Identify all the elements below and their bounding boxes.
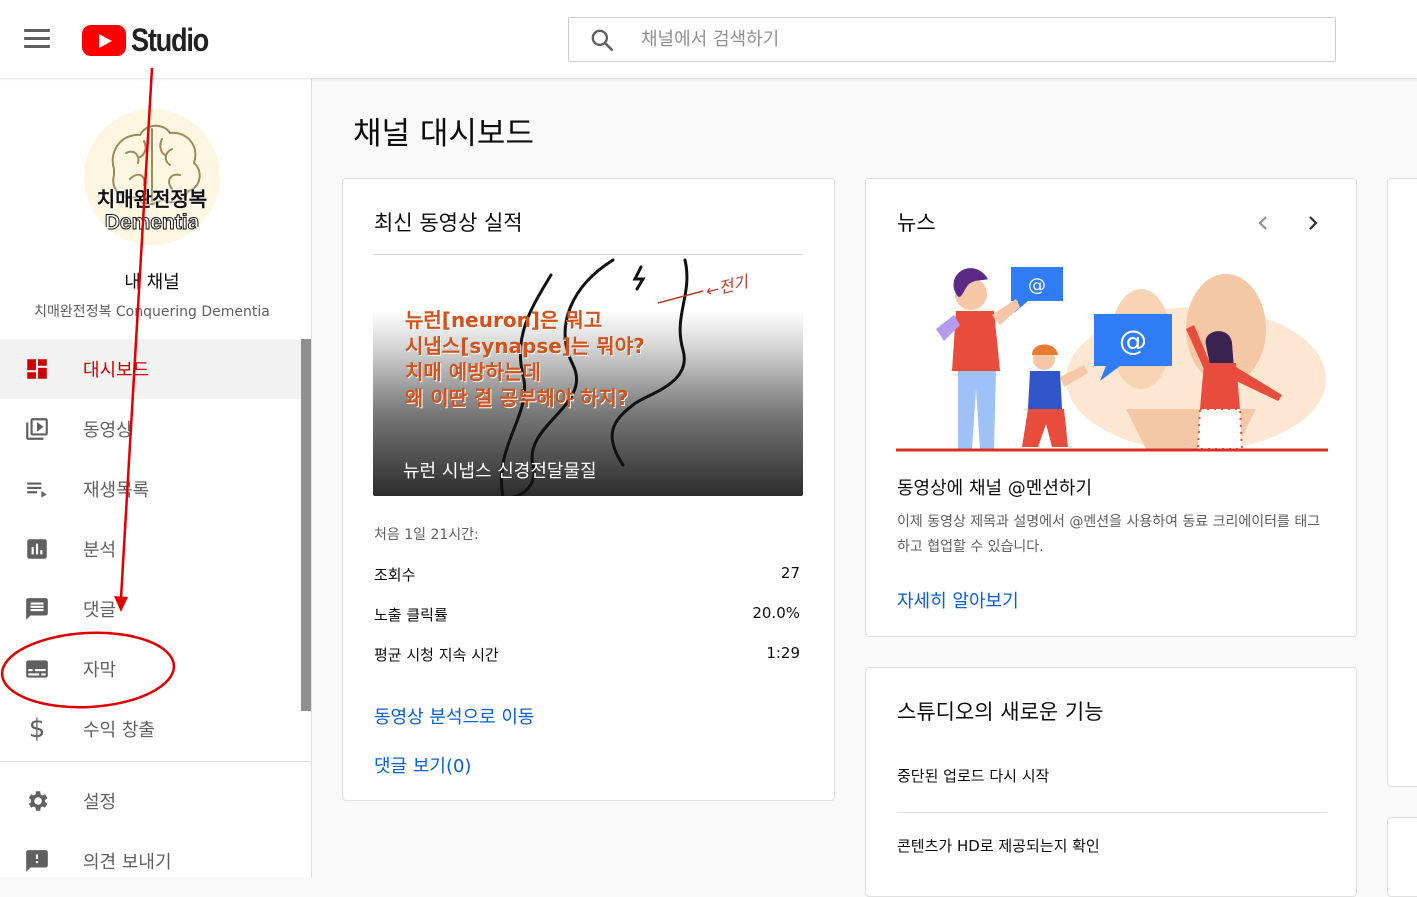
svg-text:@: @	[1119, 324, 1147, 357]
mention-illustration: @ @	[896, 267, 1328, 452]
sidebar-item-dashboard[interactable]: 대시보드	[0, 339, 302, 399]
whats-new-item[interactable]: 중단된 업로드 다시 시작	[897, 765, 1327, 786]
sidebar-item-label: 의견 보내기	[83, 852, 172, 873]
card-title: 최신 동영상 실적	[374, 211, 523, 235]
subtitles-icon	[23, 655, 51, 683]
youtube-play-icon	[82, 24, 126, 56]
sidebar-item-label: 자막	[83, 660, 117, 681]
latest-video-card: 최신 동영상 실적 ←전기 뉴런[neuron]은 뭐고 시냅스[synapse…	[342, 178, 835, 801]
channel-avatar[interactable]: 치매완전정복 Dementia	[84, 109, 220, 245]
search-input[interactable]	[641, 29, 1291, 50]
sidebar-item-analytics[interactable]: 분석	[0, 519, 302, 579]
top-bar: Studio	[0, 0, 1417, 79]
stat-row-ctr: 노출 클릭률 20.0%	[374, 604, 800, 625]
sidebar-nav: 대시보드 동영상 재생목록 분석 댓글 자막 $ 수익 창출	[0, 339, 302, 759]
news-headline: 동영상에 채널 @멘션하기	[897, 478, 1093, 499]
stat-row-views: 조회수 27	[374, 564, 800, 585]
sidebar-item-monetization[interactable]: $ 수익 창출	[0, 699, 302, 759]
sidebar-item-label: 분석	[83, 540, 117, 561]
view-comments-link[interactable]: 댓글 보기(0)	[374, 752, 471, 778]
search-icon[interactable]	[589, 27, 615, 53]
partial-card-right	[1387, 178, 1417, 787]
video-analytics-link[interactable]: 동영상 분석으로 이동	[374, 703, 534, 729]
sidebar-item-label: 재생목록	[83, 480, 150, 501]
sidebar: 치매완전정복 Dementia 내 채널 치매완전정복 Conquering D…	[0, 79, 312, 877]
whats-new-divider	[897, 812, 1327, 813]
thumbnail-line: 뉴런[neuron]은 뭐고	[405, 308, 603, 332]
studio-logo[interactable]: Studio	[82, 22, 222, 58]
search-bar[interactable]	[568, 17, 1336, 62]
sidebar-item-label: 수익 창출	[83, 720, 155, 741]
sidebar-item-comments[interactable]: 댓글	[0, 579, 302, 639]
partial-card-right-bottom	[1387, 817, 1417, 897]
avatar-text-korean: 치매완전정복	[96, 187, 208, 211]
sidebar-item-label: 설정	[83, 792, 117, 813]
gear-icon	[23, 787, 51, 815]
learn-more-link[interactable]: 자세히 알아보기	[897, 587, 1019, 613]
playlist-icon	[23, 475, 51, 503]
chevron-right-icon[interactable]	[1301, 211, 1325, 235]
video-thumbnail[interactable]: ←전기 뉴런[neuron]은 뭐고 시냅스[synapse]는 뭐야? 치매 …	[373, 254, 803, 496]
stat-value: 27	[780, 564, 800, 582]
analytics-icon	[23, 535, 51, 563]
comments-icon	[23, 595, 51, 623]
sidebar-item-videos[interactable]: 동영상	[0, 399, 302, 459]
video-title[interactable]: 뉴런 시냅스 신경전달물질	[403, 457, 597, 483]
sidebar-divider	[0, 761, 311, 762]
stat-label: 조회수	[374, 566, 416, 584]
sidebar-item-playlists[interactable]: 재생목록	[0, 459, 302, 519]
sidebar-scrollbar[interactable]	[301, 339, 311, 711]
stat-label: 평균 시청 지속 시간	[374, 646, 499, 664]
svg-text:@: @	[1028, 275, 1046, 296]
sidebar-item-label: 댓글	[83, 600, 117, 621]
thumbnail-line: 시냅스[synapse]는 뭐야?	[405, 334, 645, 358]
news-description: 이제 동영상 제목과 설명에서 @멘션을 사용하여 동료 크리에이터를 태그하고…	[897, 514, 1321, 555]
thumbnail-line: 왜 이딴 걸 공부해야 하지?	[405, 386, 629, 410]
sidebar-item-feedback[interactable]: 의견 보내기	[0, 831, 302, 891]
chevron-left-icon[interactable]	[1251, 211, 1275, 235]
sidebar-item-label: 대시보드	[83, 360, 150, 381]
sidebar-item-subtitles[interactable]: 자막	[0, 639, 302, 699]
stat-value: 1:29	[766, 644, 800, 662]
logo-text: Studio	[131, 21, 209, 58]
card-title: 뉴스	[897, 211, 936, 235]
feedback-icon	[23, 847, 51, 875]
my-channel-label: 내 채널	[124, 272, 180, 293]
whats-new-item[interactable]: 콘텐츠가 HD로 제공되는지 확인	[897, 835, 1327, 856]
stat-row-avg-duration: 평균 시청 지속 시간 1:29	[374, 644, 800, 665]
channel-name: 치매완전정복 Conquering Dementia	[34, 304, 270, 320]
dashboard-icon	[23, 355, 51, 383]
news-card: 뉴스 @ @ 동영상에 채널 @멘션하기 이제 동영상 제목과 설명에서 @멘션…	[865, 178, 1357, 637]
hamburger-menu-icon[interactable]	[22, 26, 52, 52]
thumbnail-line: 치매 예방하는데	[405, 360, 541, 384]
stat-value: 20.0%	[752, 604, 800, 622]
first-period-label: 처음 1일 21시간:	[374, 527, 479, 543]
thumbnail-text: 뉴런[neuron]은 뭐고 시냅스[synapse]는 뭐야? 치매 예방하는…	[405, 307, 645, 411]
avatar-text-english: Dementia	[104, 211, 200, 235]
sidebar-item-label: 동영상	[83, 420, 133, 441]
card-title: 스튜디오의 새로운 기능	[897, 700, 1104, 724]
sidebar-item-settings[interactable]: 설정	[0, 771, 302, 831]
whats-new-card: 스튜디오의 새로운 기능 중단된 업로드 다시 시작 콘텐츠가 HD로 제공되는…	[865, 667, 1357, 897]
video-library-icon	[23, 415, 51, 443]
news-pager	[1251, 211, 1325, 235]
sidebar-bottom-nav: 설정 의견 보내기	[0, 771, 302, 891]
page-title: 채널 대시보드	[353, 116, 534, 152]
dollar-icon: $	[28, 714, 46, 744]
stat-label: 노출 클릭률	[374, 606, 448, 624]
